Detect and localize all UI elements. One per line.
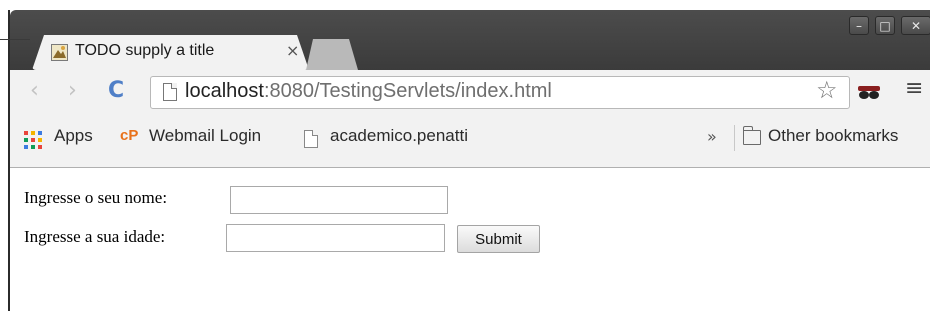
bookmarks-divider <box>734 125 735 151</box>
address-bar[interactable]: localhost:8080/TestingServlets/index.htm… <box>150 76 850 109</box>
tab-close-icon[interactable]: × <box>286 41 299 60</box>
bookmark-other-bookmarks[interactable]: Other bookmarks <box>768 126 898 146</box>
menu-icon[interactable]: ≡ <box>905 78 923 100</box>
bookmark-apps[interactable]: Apps <box>54 126 93 146</box>
bookmark-academico-label: academico.penatti <box>330 126 468 145</box>
page-icon <box>163 83 177 101</box>
url-text[interactable]: localhost:8080/TestingServlets/index.htm… <box>185 80 552 103</box>
bookmark-webmail-login[interactable]: Webmail Login <box>149 126 261 146</box>
browser-window: TODO supply a title × – □ ✕ ‹ › C localh… <box>8 10 930 311</box>
maximize-button[interactable]: □ <box>875 16 895 35</box>
url-path: :8080/TestingServlets/index.html <box>263 80 552 102</box>
bookmarks-bar: Apps cP Webmail Login academico.penatti … <box>10 115 930 168</box>
age-field[interactable] <box>226 224 445 252</box>
age-label: Ingresse a sua idade: <box>24 227 166 246</box>
cpanel-icon: cP <box>120 127 139 144</box>
name-label: Ingresse o seu nome: <box>24 188 168 207</box>
tab-title: TODO supply a title <box>75 42 215 59</box>
bookmark-academico[interactable]: academico.penatti <box>330 126 510 146</box>
name-field[interactable] <box>230 186 448 214</box>
window-edge-line <box>0 39 30 40</box>
reload-button[interactable]: C <box>108 80 124 102</box>
url-host: localhost <box>185 80 264 102</box>
extension-icon[interactable] <box>858 85 880 99</box>
submit-button[interactable]: Submit <box>457 225 540 253</box>
title-bar: TODO supply a title × – □ ✕ <box>10 10 930 70</box>
document-icon <box>304 130 318 148</box>
folder-icon <box>742 126 761 145</box>
new-tab-button[interactable] <box>306 35 358 70</box>
close-window-button[interactable]: ✕ <box>901 16 930 35</box>
apps-grid-icon[interactable] <box>24 131 42 149</box>
favicon-icon <box>51 44 68 61</box>
minimize-button[interactable]: – <box>849 16 869 35</box>
back-button[interactable]: ‹ <box>30 80 39 102</box>
page-content: Ingresse o seu nome: Ingresse a sua idad… <box>10 168 930 311</box>
browser-toolbar: ‹ › C localhost:8080/TestingServlets/ind… <box>10 70 930 115</box>
tab-active[interactable]: TODO supply a title × <box>32 35 309 70</box>
bookmarks-overflow-button[interactable]: » <box>707 127 717 146</box>
forward-button[interactable]: › <box>68 80 77 102</box>
star-icon[interactable]: ☆ <box>816 78 838 102</box>
